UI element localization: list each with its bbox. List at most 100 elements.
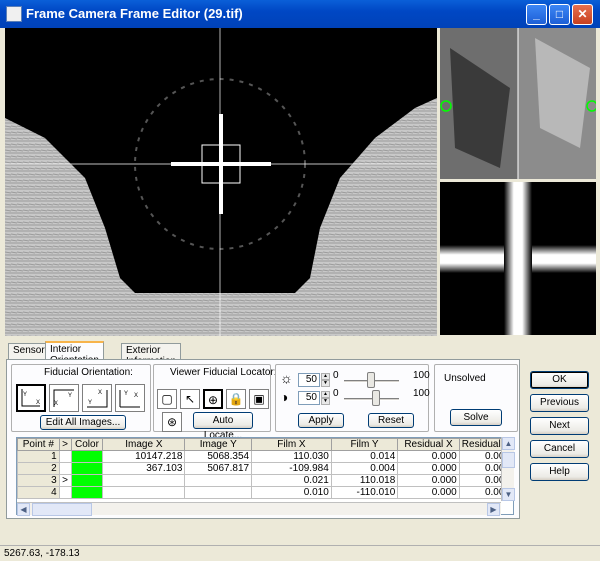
table-cell: 0.000 [397,450,460,463]
table-cell: 0.004 [330,462,399,475]
column-header[interactable]: Point # [17,438,60,451]
column-header[interactable]: Residual X [397,438,460,451]
svg-text:X: X [98,390,102,396]
table-cell: 110.030 [251,450,332,463]
zoom-window-icon[interactable]: ▣ [249,389,269,409]
tab-sensor[interactable]: Sensor [8,343,50,359]
app-icon [6,6,22,22]
ok-button[interactable]: OK [530,371,589,389]
contrast-icon: ◑ [280,389,289,405]
solve-button[interactable]: Solve [450,409,502,426]
brightness-slider-thumb[interactable] [367,372,375,388]
scroll-right-icon[interactable]: ▶ [487,503,500,516]
tab-exterior-information[interactable]: Exterior Information [121,343,182,367]
scroll-up-icon[interactable]: ▲ [502,437,515,450]
title-bar: Frame Camera Frame Editor (29.tif) _ □ ✕ [0,0,600,28]
contrast-value[interactable]: 50 [298,391,320,405]
svg-text:Y: Y [68,393,72,399]
point-color-swatch[interactable] [70,462,104,475]
cursor-coordinates: 5267.63, -178.13 [4,548,80,559]
point-color-swatch[interactable] [70,486,104,499]
table-cell: 10147.218 [102,450,186,463]
brightness-value[interactable]: 50 [298,373,320,387]
minimize-button[interactable]: _ [526,4,547,25]
auto-locate-button[interactable]: Auto Locate... [193,412,253,441]
point-color-swatch[interactable] [70,474,104,487]
row-marker: > [58,474,72,487]
zoom-image [440,182,596,335]
table-cell: 0.014 [330,450,399,463]
next-button[interactable]: Next [530,417,589,435]
zoom-viewer[interactable] [440,182,596,335]
table-cell: -110.010 [330,486,399,499]
brightness-min: 0 [333,370,339,381]
svg-text:Y: Y [88,400,92,406]
table-cell: 110.018 [330,474,399,487]
reset-button[interactable]: Reset [368,413,414,428]
overview-image [440,28,596,179]
contrast-max: 100 [413,388,430,399]
column-header[interactable]: Film Y [330,438,399,451]
point-number: 4 [17,486,60,499]
table-horizontal-scrollbar[interactable]: ◀ ▶ [17,502,501,516]
table-cell [102,474,186,487]
window-title: Frame Camera Frame Editor (29.tif) [26,6,243,21]
apply-button[interactable]: Apply [298,413,344,428]
close-button[interactable]: ✕ [572,4,593,25]
scroll-down-icon[interactable]: ▼ [502,488,515,501]
column-header[interactable]: Color [70,438,104,451]
edit-all-images-button[interactable]: Edit All Images... [40,415,126,430]
viewer-icon[interactable]: ▢ [157,389,177,409]
table-row[interactable]: 2 367.103 5067.817 -109.984 0.004 0.000 0.000 [17,462,513,475]
contrast-min: 0 [333,388,339,399]
status-bar: 5267.63, -178.13 [0,545,600,561]
table-cell: -109.984 [251,462,332,475]
table-cell: 0.000 [397,486,460,499]
brightness-spinner[interactable]: ▲ ▼ [321,373,330,387]
fiducial-orientation-label: Fiducial Orientation: [44,367,133,378]
orientation-option-4-icon[interactable]: XY [115,384,145,412]
brightness-max: 100 [413,370,430,381]
svg-text:Y: Y [124,391,128,397]
table-cell: 0.000 [397,474,460,487]
point-color-swatch[interactable] [70,450,104,463]
orientation-option-3-icon[interactable]: XY [82,384,112,412]
main-image-viewer[interactable] [5,28,437,336]
table-vertical-scrollbar[interactable]: ▲ ▼ [501,437,515,501]
point-number: 3 [17,474,60,487]
contrast-spinner[interactable]: ▲ ▼ [321,391,330,405]
scroll-left-icon[interactable]: ◀ [17,503,30,516]
contrast-slider-thumb[interactable] [372,390,380,406]
table-cell [102,486,186,499]
column-header[interactable]: > [58,438,72,451]
place-point-icon[interactable]: ⊕ [203,389,223,409]
orientation-option-2-icon[interactable]: YX [49,384,79,412]
table-cell: 5067.817 [184,462,253,475]
cancel-button[interactable]: Cancel [530,440,589,458]
column-header[interactable]: Film X [251,438,332,451]
viewer-locator-label: Viewer Fiducial Locator: [170,367,277,378]
tab-interior-orientation[interactable]: Interior Orientation [45,341,104,366]
select-arrow-icon[interactable]: ↖ [180,389,200,409]
table-row[interactable]: 4 0.010 -110.010 0.000 0.000 [17,486,513,499]
svg-text:Y: Y [23,392,27,398]
main-image [5,28,437,336]
previous-button[interactable]: Previous [530,394,589,412]
table-cell: 0.021 [251,474,332,487]
table-cell [184,486,253,499]
maximize-button[interactable]: □ [549,4,570,25]
overview-viewer[interactable] [440,28,596,179]
table-row[interactable]: 3 >0.021 110.018 0.000 0.000 [17,474,513,487]
lock-icon[interactable]: 🔒 [226,389,246,409]
column-header[interactable]: Image X [102,438,186,451]
scroll-thumb[interactable] [502,452,515,468]
auto-target-icon[interactable]: ⊛ [162,412,182,432]
table-cell: 5068.354 [184,450,253,463]
point-number: 1 [17,450,60,463]
help-button[interactable]: Help [530,463,589,481]
hscroll-thumb[interactable] [32,503,92,516]
column-header[interactable]: Image Y [184,438,253,451]
table-row[interactable]: 1 10147.218 5068.354 110.030 0.014 0.000 0.000 [17,450,513,463]
row-marker [58,450,72,463]
orientation-option-1-icon[interactable]: YX [16,384,46,412]
